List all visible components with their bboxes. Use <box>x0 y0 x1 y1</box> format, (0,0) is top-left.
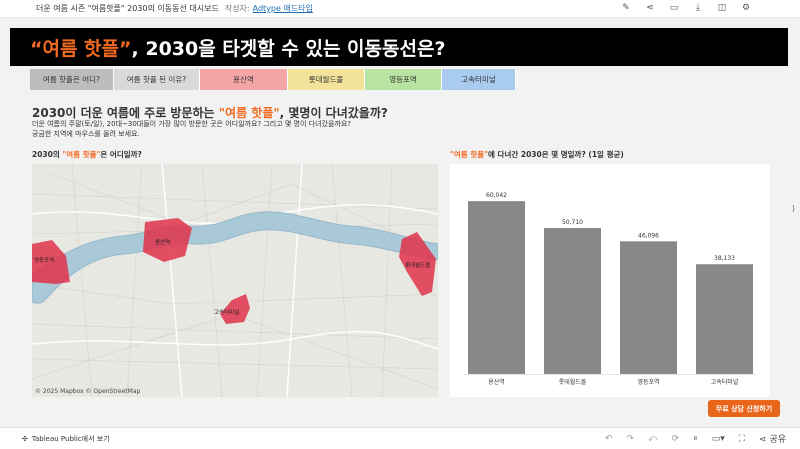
dashboard-stage: “여름 핫플” , 2030을 타겟할 수 있는 이동동선은? 여름 핫플은 어… <box>0 18 800 427</box>
bar-value-label-1: 60,042 <box>486 192 507 199</box>
tab-4[interactable]: 롯데월드몰 <box>288 69 365 90</box>
comment-icon[interactable]: ▭ <box>668 3 680 13</box>
bar-category-label-1: 용산역 <box>488 378 505 386</box>
map-title: 2030의 "여름 핫플"은 어디일까? <box>32 149 142 160</box>
map-title-pre: 2030의 <box>32 150 63 159</box>
device-preview-icon[interactable]: ▭▾ <box>712 434 725 444</box>
share-label: 공유 <box>769 435 786 445</box>
chat-icon[interactable]: ◫ <box>716 3 728 13</box>
bar-title-accent: "여름 핫플" <box>450 150 489 159</box>
scrollbar-handle[interactable]: ⟩ <box>792 204 798 214</box>
bar-value-label-3: 46,096 <box>638 232 659 239</box>
description: 더운 여름의 주말(토/일), 20대~30대들이 가장 많이 방문한 곳은 어… <box>32 119 351 139</box>
hero-banner: “여름 핫플” , 2030을 타겟할 수 있는 이동동선은? <box>10 28 788 66</box>
bar-chart-panel: 60,042 용산역 50,710 롯데월드몰 46,096 영등포역 38,133 고속터미… <box>450 164 770 397</box>
refresh-icon[interactable]: ⟳ <box>672 434 680 444</box>
tableau-logo-icon: ✣ <box>22 434 28 443</box>
bottom-toolbar: ↶ ↷ ⤺ ⟳ ⏸ ▭▾ ⛶ ⋖ 공유 <box>605 432 786 446</box>
author-link[interactable]: Adtype 애드타입 <box>253 3 313 14</box>
tab-3[interactable]: 용산역 <box>200 69 288 90</box>
tab-6[interactable]: 고속터미널 <box>442 69 516 90</box>
top-bar: 더운 여름 시즌 "여름핫플" 2030의 이동동선 대시보드 작성자: Adt… <box>0 0 800 18</box>
heading-pre: 2030이 더운 여름에 주로 방문하는 <box>32 106 219 120</box>
tab-2[interactable]: 여름 핫플 된 이유? <box>114 69 200 90</box>
bar-category-label-2: 롯데월드몰 <box>559 378 587 386</box>
bar-2[interactable] <box>544 228 601 374</box>
settings-icon[interactable]: ⚙ <box>740 3 752 13</box>
redo-icon[interactable]: ↷ <box>626 434 634 444</box>
revert-icon[interactable]: ⤺ <box>648 434 658 444</box>
bar-value-label-4: 38,133 <box>714 255 735 262</box>
nav-tabs: 여름 핫플은 어디? 여름 핫플 된 이유? 용산역 롯데월드몰 영등포역 고속터미널 <box>30 69 516 90</box>
pause-icon[interactable]: ⏸ <box>693 434 698 444</box>
bar-title-post: 에 다녀간 2030은 몇 명일까? (1일 평균) <box>488 150 624 159</box>
tab-5[interactable]: 영등포역 <box>365 69 442 90</box>
description-line-1: 더운 여름의 주말(토/일), 20대~30대들이 가장 많이 방문한 곳은 어… <box>32 120 352 128</box>
hero-accent: “여름 핫플” <box>30 37 132 60</box>
bar-4[interactable] <box>696 264 753 374</box>
bar-3[interactable] <box>620 241 677 374</box>
author-label: 작성자: <box>224 4 250 13</box>
share-icon[interactable]: ⋖ <box>644 3 656 13</box>
bottom-bar: ✣ Tableau Public에서 보기 ↶ ↷ ⤺ ⟳ ⏸ ▭▾ ⛶ ⋖ 공… <box>0 427 800 449</box>
bar-chart-title: "여름 핫플"에 다녀간 2030은 몇 명일까? (1일 평균) <box>450 149 624 160</box>
label-lotteworld: 롯데월드몰 <box>405 261 430 269</box>
undo-icon[interactable]: ↶ <box>605 434 613 444</box>
label-yeongdeungpo: 영등포역 <box>34 256 54 264</box>
hero-text: , 2030을 타겟할 수 있는 이동동선은? <box>131 37 446 60</box>
download-icon[interactable]: ⤓ <box>692 3 704 13</box>
heading-post: , 몇명이 다녀갔을까? <box>279 106 388 120</box>
share-bottom-button[interactable]: ⋖ 공유 <box>759 432 786 445</box>
bar-chart[interactable]: 60,042 용산역 50,710 롯데월드몰 46,096 영등포역 38,133 고속터미… <box>450 164 770 397</box>
label-yongsan: 용산역 <box>155 238 170 246</box>
free-consultation-button[interactable]: 무료 상담 신청하기 <box>708 400 780 417</box>
dashboard-title: 더운 여름 시즌 "여름핫플" 2030의 이동동선 대시보드 <box>36 4 219 13</box>
bar-value-label-2: 50,710 <box>562 219 583 226</box>
fullscreen-icon[interactable]: ⛶ <box>739 434 745 444</box>
dashboard: “여름 핫플” , 2030을 타겟할 수 있는 이동동선은? 여름 핫플은 어… <box>10 28 788 421</box>
map-title-accent: "여름 핫플" <box>62 150 101 159</box>
top-toolbar: ✎ ⋖ ▭ ⤓ ◫ ⚙ <box>620 3 752 13</box>
tableau-public-label: Tableau Public에서 보기 <box>31 434 110 443</box>
label-express-terminal: 고속터미널 <box>214 308 239 316</box>
tab-1[interactable]: 여름 핫플은 어디? <box>30 69 114 90</box>
tableau-public-link[interactable]: ✣ Tableau Public에서 보기 <box>22 434 110 444</box>
description-line-2: 궁금한 지역에 마우스를 올려 보세요. <box>32 130 140 138</box>
heading-accent: "여름 핫플" <box>218 106 280 120</box>
map-title-post: 은 어디일까? <box>100 150 142 159</box>
bar-category-label-3: 영등포역 <box>637 378 659 386</box>
bar-1[interactable] <box>468 201 525 374</box>
bar-category-label-4: 고속터미널 <box>711 378 739 386</box>
map-canvas[interactable]: 영등포역 용산역 롯데월드몰 고속터미널 <box>32 164 438 397</box>
edit-icon[interactable]: ✎ <box>620 3 632 13</box>
map[interactable]: 영등포역 용산역 롯데월드몰 고속터미널 © 2025 Mapbox © Ope… <box>32 164 438 397</box>
map-attribution[interactable]: © 2025 Mapbox © OpenStreetMap <box>35 388 140 395</box>
